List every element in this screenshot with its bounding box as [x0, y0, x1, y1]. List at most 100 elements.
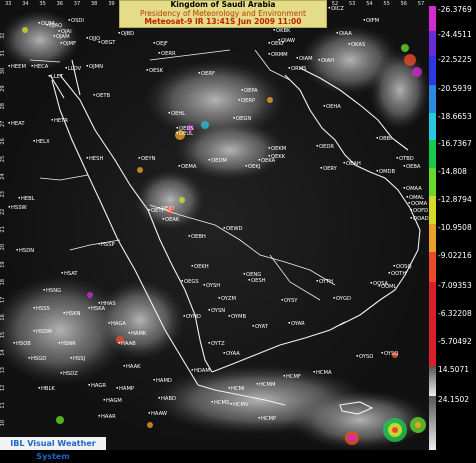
station-marker	[148, 209, 150, 211]
station-marker	[363, 19, 365, 21]
longitude-label: 57	[418, 1, 424, 7]
latitude-label: 17	[0, 297, 6, 303]
station-marker	[336, 32, 338, 34]
station-marker	[370, 282, 372, 284]
station-label: HCMI	[231, 386, 245, 392]
station-marker	[103, 399, 105, 401]
station-marker	[16, 249, 18, 251]
station-label: OIFM	[366, 18, 379, 24]
legend-color-band	[429, 56, 436, 85]
station-label: HSKA	[91, 306, 106, 312]
station-label: HESH	[89, 156, 103, 162]
station-label: HETR	[54, 118, 68, 124]
station-label: OYSH	[206, 283, 220, 289]
station-label: OKBK	[276, 28, 291, 34]
station-label: HDAM	[194, 368, 210, 374]
legend-value: 14.5071	[438, 365, 470, 374]
station-marker	[86, 157, 88, 159]
station-label: HCMP	[261, 416, 276, 422]
station-marker	[61, 272, 63, 274]
station-marker	[118, 342, 120, 344]
latitude-label: 11	[0, 402, 6, 408]
station-label: OESK	[149, 68, 164, 74]
station-marker	[203, 284, 205, 286]
station-label: HSDZ	[63, 371, 78, 377]
station-marker	[252, 325, 254, 327]
longitude-label: 54	[366, 1, 372, 7]
station-marker	[191, 369, 193, 371]
station-marker	[86, 65, 88, 67]
station-label: OEKM	[271, 146, 286, 152]
station-label: HSOB	[16, 341, 31, 347]
latitude-label: 15	[0, 332, 6, 338]
station-marker	[198, 72, 200, 74]
legend-value: -7.09353	[438, 281, 472, 290]
station-marker	[168, 112, 170, 114]
station-label: OIAW	[281, 38, 295, 44]
station-marker	[403, 165, 405, 167]
color-legend: -26.3769 -24.4511 -22.5225 -20.5939 -18.6653…	[429, 0, 476, 450]
station-label: OETB	[96, 93, 111, 99]
station-marker	[268, 53, 270, 55]
station-marker	[176, 127, 178, 129]
station-label: LLET	[51, 74, 64, 80]
legend-color-band	[429, 282, 436, 310]
station-marker	[408, 202, 410, 204]
station-label: OEUL	[179, 131, 193, 137]
station-label: HAMK	[131, 331, 147, 337]
station-marker	[33, 307, 35, 309]
station-label: OETF	[151, 208, 165, 214]
station-marker	[233, 117, 235, 119]
station-label: OSDI	[71, 18, 84, 24]
station-label: HELX	[36, 139, 50, 145]
longitude-label: 36	[57, 1, 63, 7]
legend-value: 24.1502	[438, 395, 470, 404]
legend-value: -16.7367	[438, 139, 472, 148]
station-marker	[181, 280, 183, 282]
station-marker	[318, 59, 320, 61]
latitude-label: 30	[0, 68, 6, 74]
station-marker	[348, 43, 350, 45]
legend-color-band	[429, 224, 436, 252]
station-marker	[153, 42, 155, 44]
legend-color-band	[429, 6, 436, 31]
station-label: HSNG	[46, 288, 61, 294]
legend-color-band	[429, 113, 436, 140]
station-label: HEEM	[11, 64, 26, 70]
legend-value: -9.02216	[438, 251, 472, 260]
latitude-label: 24	[0, 173, 6, 179]
longitude-label: 38	[91, 1, 97, 7]
station-label: OEBH	[191, 234, 206, 240]
station-label: OYSY	[284, 298, 298, 304]
station-label: HCMV	[233, 402, 249, 408]
station-marker	[48, 75, 50, 77]
station-marker	[118, 32, 120, 34]
station-marker	[393, 265, 395, 267]
station-marker	[208, 342, 210, 344]
station-marker	[158, 52, 160, 54]
station-label: OEDR	[319, 144, 334, 150]
header-title-box: Kingdom of Saudi Arabia Presidency of Me…	[119, 0, 327, 28]
station-label: HCMF	[286, 374, 301, 380]
station-marker	[268, 42, 270, 44]
station-marker	[65, 67, 67, 69]
station-marker	[388, 272, 390, 274]
station-marker	[191, 265, 193, 267]
station-marker	[8, 122, 10, 124]
station-label: OEKJ	[248, 164, 261, 170]
latitude-label: 31	[0, 50, 6, 56]
station-label: HAGM	[106, 398, 122, 404]
station-marker	[258, 159, 260, 161]
station-label: HSSW	[11, 205, 27, 211]
station-marker	[273, 29, 275, 31]
station-label: OOTH	[391, 271, 406, 277]
station-marker	[33, 330, 35, 332]
legend-color-band	[429, 396, 436, 450]
station-marker	[53, 35, 55, 37]
station-marker	[146, 69, 148, 71]
legend-color-band	[429, 366, 436, 396]
station-label: HSSP	[101, 242, 115, 248]
station-label: HAMD	[156, 378, 172, 384]
station-label: OIAA	[339, 31, 352, 37]
station-label: OEGN	[236, 116, 251, 122]
